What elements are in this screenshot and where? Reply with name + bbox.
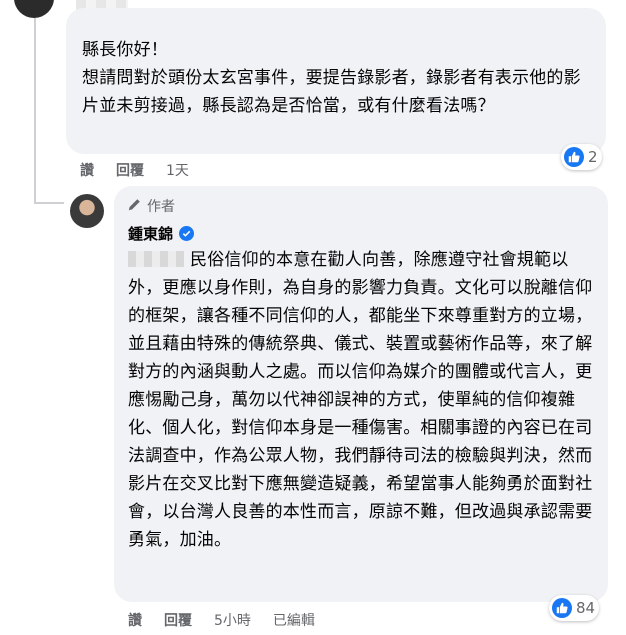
- comment-like-button[interactable]: 讚: [80, 160, 94, 180]
- author-badge-label: 作者: [147, 199, 175, 215]
- reply-reply-button[interactable]: 回覆: [164, 610, 192, 630]
- reply-reaction-badge[interactable]: 84: [549, 595, 600, 621]
- author-name[interactable]: 鍾東錦: [128, 223, 173, 244]
- reply-timestamp[interactable]: 5小時: [214, 610, 251, 630]
- comment-actions: 讚 回覆 1天: [80, 160, 189, 180]
- comment-bubble: 縣長你好！ 想請問對於頭份太玄宮事件，要提告錄影者，錄影者有表示他的影片並未剪接…: [66, 8, 606, 154]
- comment-timestamp[interactable]: 1天: [166, 160, 189, 180]
- reply-text: 民俗信仰的本意在勸人向善，除應遵守社會規範以外，更應以身作則，為自身的影響力負責…: [128, 250, 593, 550]
- thread-branch: [34, 202, 64, 204]
- thread-line: [34, 18, 36, 204]
- author-avatar[interactable]: [70, 194, 104, 228]
- comment-text: 縣長你好！ 想請問對於頭份太玄宮事件，要提告錄影者，錄影者有表示他的影片並未剪接…: [82, 40, 581, 116]
- thumbs-up-icon: [564, 147, 584, 167]
- pencil-icon: [128, 198, 141, 215]
- verified-badge-icon: [179, 225, 195, 241]
- commenter-avatar[interactable]: [14, 0, 54, 18]
- reply-reaction-count: 84: [576, 599, 596, 617]
- reply-actions: 讚 回覆 5小時 已編輯: [128, 610, 315, 630]
- comment-reaction-count: 2: [588, 148, 598, 166]
- thumbs-up-icon: [552, 598, 572, 618]
- blurred-mention: [128, 251, 184, 267]
- reply-bubble: 作者 鍾東錦 民俗信仰的本意在勸人向善，除應遵守社會規範以外，更應以身作則，為自…: [114, 186, 608, 602]
- author-badge: 作者: [128, 196, 594, 216]
- reply-text-block: 民俗信仰的本意在勸人向善，除應遵守社會規範以外，更應以身作則，為自身的影響力負責…: [128, 246, 594, 554]
- edited-label[interactable]: 已編輯: [273, 610, 315, 630]
- comment-reply-button[interactable]: 回覆: [116, 160, 144, 180]
- comment-reaction-badge[interactable]: 2: [561, 144, 602, 170]
- reply-like-button[interactable]: 讚: [128, 610, 142, 630]
